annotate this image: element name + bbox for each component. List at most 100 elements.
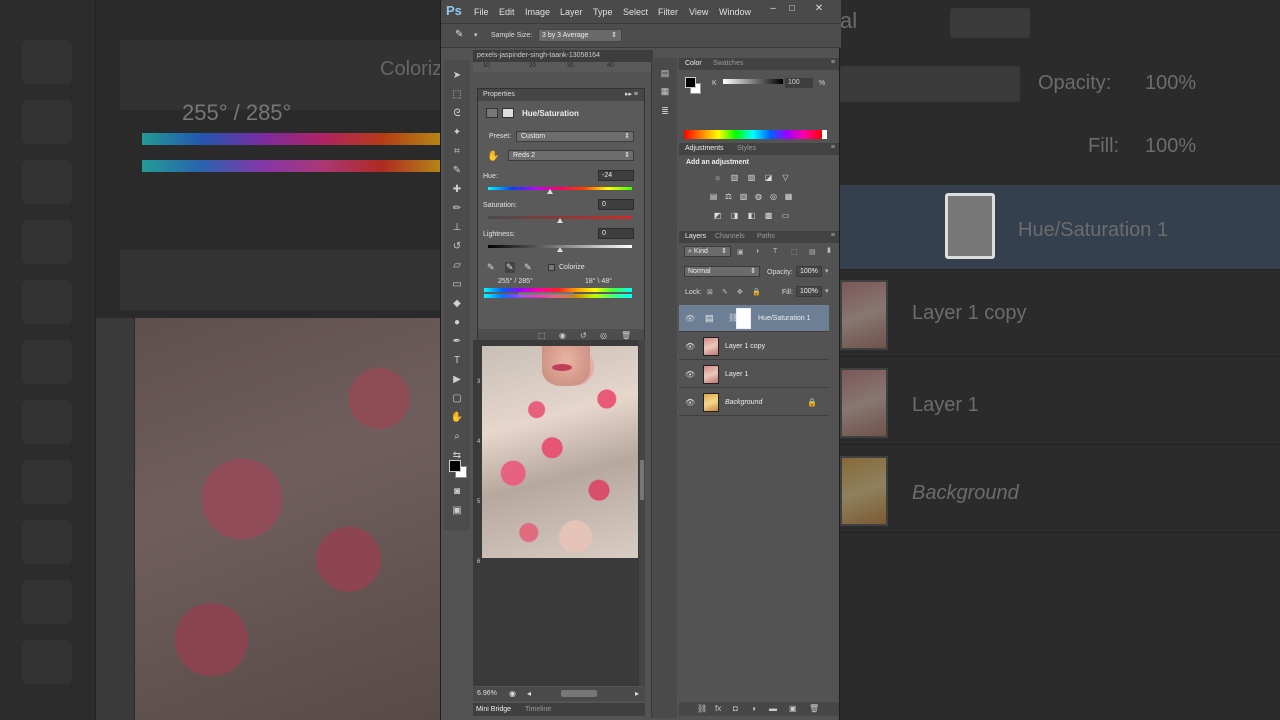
color-foreground-swatch[interactable] xyxy=(685,77,696,88)
filter-pixel-icon[interactable]: ▣ xyxy=(737,248,744,256)
menu-window[interactable]: Window xyxy=(719,7,751,17)
type-tool-icon[interactable]: T xyxy=(448,353,466,369)
selective-color-icon[interactable]: ▩ xyxy=(763,211,774,221)
filter-type-icon[interactable]: T xyxy=(773,248,777,255)
eye-icon[interactable]: 👁 xyxy=(685,314,695,323)
tab-mini-bridge[interactable]: Mini Bridge xyxy=(476,706,511,713)
zoom-tool-icon[interactable]: ⌕ xyxy=(448,429,466,445)
status-info-icon[interactable]: ◉ xyxy=(509,689,516,698)
layer-row-background[interactable]: 👁 Background 🔒 xyxy=(679,389,829,416)
panel-collapse-icon[interactable]: ▸▸ ≡ xyxy=(625,90,638,98)
menu-select[interactable]: Select xyxy=(623,7,648,17)
panel-menu-icon[interactable]: ≡ xyxy=(831,59,835,66)
filter-smart-object-icon[interactable]: ▤ xyxy=(809,248,816,256)
add-mask-icon[interactable]: ◘ xyxy=(733,704,738,713)
lasso-tool-icon[interactable]: ᘓ xyxy=(448,106,466,122)
mask-icon[interactable] xyxy=(502,108,514,118)
color-lookup-icon[interactable]: ▦ xyxy=(783,192,794,202)
k-value-input[interactable]: 100 xyxy=(785,78,813,88)
dodge-tool-icon[interactable]: ● xyxy=(448,315,466,331)
hue-slider-thumb[interactable] xyxy=(547,189,554,194)
reset-icon[interactable]: ↺ xyxy=(580,331,587,340)
blur-tool-icon[interactable]: ◆ xyxy=(448,296,466,312)
preset-select[interactable]: Custom ⇕ xyxy=(516,131,634,142)
layer-row-hue-saturation[interactable]: 👁 ▤ ⛓ Hue/Saturation 1 xyxy=(679,305,829,332)
color-spectrum-ramp[interactable] xyxy=(684,130,822,139)
tab-timeline[interactable]: Timeline xyxy=(525,706,551,713)
tab-channels[interactable]: Channels xyxy=(715,233,745,240)
menu-image[interactable]: Image xyxy=(525,7,550,17)
fill-input[interactable]: 100% xyxy=(796,286,822,297)
layer-style-icon[interactable]: fx xyxy=(715,704,721,713)
menu-view[interactable]: View xyxy=(689,7,708,17)
magic-wand-tool-icon[interactable]: ✦ xyxy=(448,125,466,141)
document-tab[interactable]: pexels-jaspinder-singh-taank-13058164 xyxy=(473,50,653,62)
quick-mask-icon[interactable]: ◙ xyxy=(448,484,466,500)
menu-file[interactable]: File xyxy=(474,7,489,17)
gradient-map-icon[interactable]: ▭ xyxy=(780,211,791,221)
invert-icon[interactable]: ◩ xyxy=(712,211,723,221)
screen-mode-icon[interactable]: ▣ xyxy=(448,503,466,519)
delete-layer-icon[interactable]: 🗑 xyxy=(809,704,819,713)
opacity-input[interactable]: 100% xyxy=(796,266,822,277)
hue-input[interactable]: -24 xyxy=(598,170,634,181)
tab-paths[interactable]: Paths xyxy=(757,233,775,240)
posterize-icon[interactable]: ◨ xyxy=(729,211,740,221)
lock-all-icon[interactable]: 🔒 xyxy=(752,288,761,296)
opacity-dropdown-icon[interactable]: ▾ xyxy=(825,267,829,275)
panel-menu-icon[interactable]: ≡ xyxy=(831,232,835,239)
tab-styles[interactable]: Styles xyxy=(737,145,756,152)
eyedropper-icon[interactable]: ✎ xyxy=(448,163,466,179)
lightness-input[interactable]: 0 xyxy=(598,228,634,239)
lock-image-icon[interactable]: ✎ xyxy=(722,288,728,296)
layer-row-layer-1[interactable]: 👁 Layer 1 xyxy=(679,361,829,388)
horizontal-scroll-thumb[interactable] xyxy=(561,690,597,697)
tool-preset-chevron-icon[interactable]: ▾ xyxy=(474,31,478,39)
minimize-button[interactable]: – xyxy=(764,2,782,16)
targeted-adjustment-hand-icon[interactable]: ✋ xyxy=(487,151,499,162)
hue-slider-track[interactable] xyxy=(488,187,632,190)
tab-layers[interactable]: Layers xyxy=(685,233,706,240)
close-button[interactable]: ✕ xyxy=(810,2,828,16)
hue-saturation-icon[interactable]: ▤ xyxy=(708,192,719,202)
brush-tool-icon[interactable]: ✏ xyxy=(448,201,466,217)
layer-row-layer-1-copy[interactable]: 👁 Layer 1 copy xyxy=(679,333,829,360)
clip-to-layer-icon[interactable]: ⬚ xyxy=(538,331,546,340)
canvas-area[interactable] xyxy=(473,340,645,686)
marquee-tool-icon[interactable]: ⬚ xyxy=(448,87,466,103)
panel-menu-icon[interactable]: ≡ xyxy=(831,144,835,151)
trash-icon[interactable]: 🗑 xyxy=(621,331,631,340)
new-layer-icon[interactable]: ▣ xyxy=(789,704,797,713)
eye-icon[interactable]: 👁 xyxy=(685,342,695,351)
spectrum-white-swatch[interactable] xyxy=(822,130,827,139)
scroll-left-icon[interactable]: ◂ xyxy=(527,689,531,698)
tab-swatches[interactable]: Swatches xyxy=(713,60,743,67)
eyedropper-icon[interactable]: ✎ xyxy=(487,262,495,273)
tab-color[interactable]: Color xyxy=(685,60,702,67)
tab-adjustments[interactable]: Adjustments xyxy=(685,145,724,152)
history-brush-icon[interactable]: ↺ xyxy=(448,239,466,255)
view-previous-icon[interactable]: ◉ xyxy=(559,331,566,340)
eyedropper-minus-icon[interactable]: ✎ xyxy=(524,262,532,273)
fill-dropdown-icon[interactable]: ▾ xyxy=(825,287,829,295)
threshold-icon[interactable]: ◧ xyxy=(746,211,757,221)
hand-tool-icon[interactable]: ✋ xyxy=(448,410,466,426)
photo-filter-icon[interactable]: ◍ xyxy=(753,192,764,202)
history-panel-icon[interactable]: ▤ xyxy=(658,68,672,80)
gradient-tool-icon[interactable]: ▭ xyxy=(448,277,466,293)
range-selector[interactable] xyxy=(518,292,574,297)
maximize-button[interactable]: □ xyxy=(783,2,801,16)
saturation-slider-thumb[interactable] xyxy=(557,218,563,223)
pen-tool-icon[interactable]: ✒ xyxy=(448,334,466,350)
menu-layer[interactable]: Layer xyxy=(560,7,583,17)
document-photo[interactable] xyxy=(482,346,638,558)
channel-mixer-icon[interactable]: ◎ xyxy=(768,192,779,202)
healing-brush-icon[interactable]: ✚ xyxy=(448,182,466,198)
link-layers-icon[interactable]: ⛓ xyxy=(697,704,707,713)
sample-size-select[interactable]: 3 by 3 Average ⇕ xyxy=(538,29,622,42)
properties-panel-icon[interactable]: ≣ xyxy=(658,106,672,118)
blend-mode-select[interactable]: Normal ⇕ xyxy=(684,266,760,277)
k-slider[interactable] xyxy=(723,79,783,84)
filter-shape-icon[interactable]: ⬚ xyxy=(791,248,798,256)
crop-tool-icon[interactable]: ⌗ xyxy=(448,144,466,160)
